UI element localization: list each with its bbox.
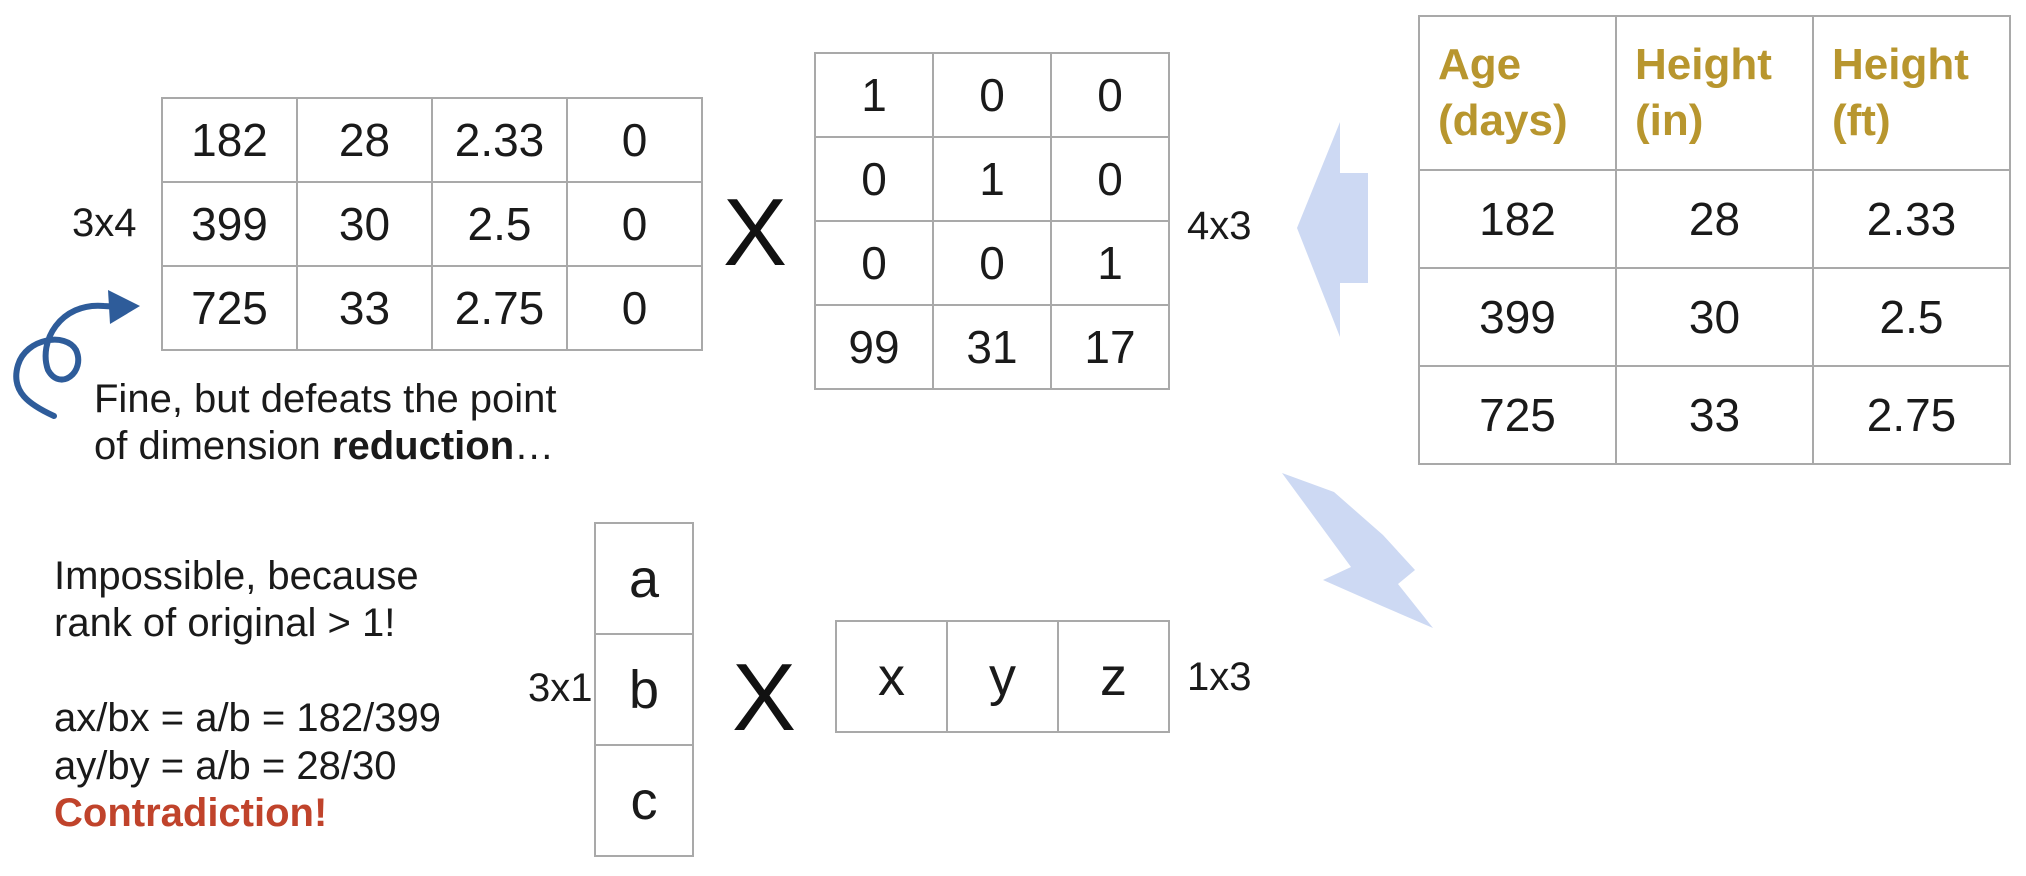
note-text: of dimension xyxy=(94,424,332,469)
matrix-cell: 725 xyxy=(161,265,298,351)
matrix-row: 99 31 17 xyxy=(814,304,1170,390)
table-cell: 725 xyxy=(1418,365,1617,465)
vector-row: c xyxy=(594,744,694,857)
matrix-cell: 0 xyxy=(814,136,934,222)
matrix-a-dim-label: 3x4 xyxy=(72,201,137,245)
note-emphasis: reduction xyxy=(331,424,515,469)
header-line: Age xyxy=(1438,39,1522,89)
vector-cell: x xyxy=(835,620,948,733)
matrix-cell: 2.75 xyxy=(431,265,568,351)
matrix-row: 1 0 0 xyxy=(814,52,1170,138)
row-vector: x y z xyxy=(835,620,1170,733)
matrix-row: 0 1 0 xyxy=(814,136,1170,222)
note-line: Fine, but defeats the point xyxy=(94,377,557,421)
original-data-table: Age (days) Height (in) Height (ft) 182 28 2… xyxy=(1418,15,2011,465)
table-cell: 2.75 xyxy=(1812,365,2011,465)
vector-row: x y z xyxy=(835,620,1170,733)
vector-cell: z xyxy=(1057,620,1170,733)
table-row: 182 28 2.33 xyxy=(1418,169,2011,269)
matrix-cell: 1 xyxy=(932,136,1052,222)
matrix-cell: 0 xyxy=(566,97,703,183)
multiply-symbol-top: X xyxy=(723,179,788,286)
note-fine-defeats: Fine, but defeats the point of dimension… xyxy=(94,376,557,470)
vector-row: b xyxy=(594,633,694,746)
note-impossible: Impossible, because rank of original > 1… xyxy=(54,553,441,837)
header-age-days: Age (days) xyxy=(1418,15,1617,171)
curly-arrow-head-icon xyxy=(108,290,140,324)
matrix-cell: 28 xyxy=(296,97,433,183)
matrix-cell: 99 xyxy=(814,304,934,390)
table-cell: 2.5 xyxy=(1812,267,2011,367)
header-line: (days) xyxy=(1438,96,1568,145)
matrix-b: 1 0 0 0 1 0 0 0 1 99 31 17 xyxy=(814,52,1170,390)
header-line: (ft) xyxy=(1832,96,1891,145)
matrix-cell: 0 xyxy=(932,52,1052,138)
table-cell: 399 xyxy=(1418,267,1617,367)
matrix-a: 182 28 2.33 0 399 30 2.5 0 725 33 2.75 0 xyxy=(161,97,703,351)
row-vector-dim-label: 1x3 xyxy=(1187,655,1252,699)
column-vector-dim-label: 3x1 xyxy=(528,666,593,710)
matrix-row: 399 30 2.5 0 xyxy=(161,181,703,267)
vector-cell: c xyxy=(594,744,694,857)
matrix-cell: 399 xyxy=(161,181,298,267)
table-cell: 30 xyxy=(1615,267,1814,367)
matrix-cell: 1 xyxy=(814,52,934,138)
header-line: (in) xyxy=(1635,96,1704,145)
down-left-block-arrow-icon xyxy=(1282,473,1433,628)
table-cell: 33 xyxy=(1615,365,1814,465)
left-block-arrow-icon xyxy=(1297,122,1368,337)
table-row: 725 33 2.75 xyxy=(1418,365,2011,465)
matrix-cell: 0 xyxy=(1050,52,1170,138)
header-height-in: Height (in) xyxy=(1615,15,1814,171)
header-height-ft: Height (ft) xyxy=(1812,15,2011,171)
matrix-cell: 1 xyxy=(1050,220,1170,306)
matrix-cell: 2.5 xyxy=(431,181,568,267)
note-contradiction: Contradiction! xyxy=(54,790,328,835)
header-line: Height xyxy=(1635,39,1772,89)
vector-cell: a xyxy=(594,522,694,635)
header-line: Height xyxy=(1832,39,1969,89)
matrix-cell: 0 xyxy=(814,220,934,306)
matrix-cell: 0 xyxy=(566,181,703,267)
original-table-header-row: Age (days) Height (in) Height (ft) xyxy=(1418,15,2011,171)
matrix-row: 725 33 2.75 0 xyxy=(161,265,703,351)
matrix-cell: 0 xyxy=(1050,136,1170,222)
note-line: ay/by = a/b = 28/30 xyxy=(54,743,397,788)
table-cell: 2.33 xyxy=(1812,169,2011,269)
matrix-cell: 182 xyxy=(161,97,298,183)
matrix-cell: 33 xyxy=(296,265,433,351)
matrix-cell: 17 xyxy=(1050,304,1170,390)
note-line: ax/bx = a/b = 182/399 xyxy=(54,696,441,741)
table-cell: 28 xyxy=(1615,169,1814,269)
vector-cell: y xyxy=(946,620,1059,733)
vector-row: a xyxy=(594,522,694,635)
note-spacer xyxy=(54,647,441,695)
note-text: … xyxy=(514,424,555,469)
matrix-cell: 30 xyxy=(296,181,433,267)
matrix-cell: 31 xyxy=(932,304,1052,390)
column-vector: a b c xyxy=(594,522,694,857)
matrix-b-dim-label: 4x3 xyxy=(1187,204,1252,248)
note-line: of dimension reduction… xyxy=(94,423,557,470)
matrix-row: 0 0 1 xyxy=(814,220,1170,306)
multiply-symbol-bottom: X xyxy=(732,644,797,751)
note-line: Impossible, because xyxy=(54,554,419,598)
table-row: 399 30 2.5 xyxy=(1418,267,2011,367)
matrix-row: 182 28 2.33 0 xyxy=(161,97,703,183)
table-cell: 182 xyxy=(1418,169,1617,269)
matrix-cell: 0 xyxy=(932,220,1052,306)
vector-cell: b xyxy=(594,633,694,746)
note-line: rank of original > 1! xyxy=(54,601,396,646)
matrix-cell: 0 xyxy=(566,265,703,351)
matrix-cell: 2.33 xyxy=(431,97,568,183)
